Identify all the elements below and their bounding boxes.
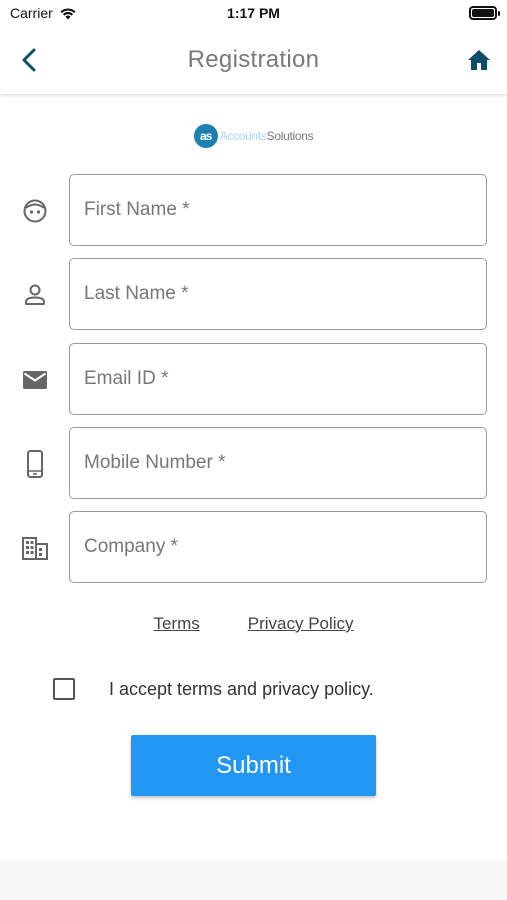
logo-text-solutions: Solutions	[266, 129, 314, 143]
first-name-input[interactable]	[70, 175, 486, 245]
phone-icon	[22, 450, 48, 478]
logo-text-accounts: Accounts	[219, 129, 267, 143]
mail-icon	[22, 367, 48, 393]
logo-mark: as	[193, 124, 218, 148]
first-name-row	[0, 174, 507, 246]
legal-links: Terms Privacy Policy	[0, 614, 507, 634]
nav-bar: Registration	[0, 28, 507, 94]
building-icon	[22, 535, 48, 561]
home-icon	[468, 50, 490, 70]
email-field-box	[69, 343, 487, 415]
battery-icon	[469, 6, 500, 20]
page-title: Registration	[187, 46, 320, 73]
terms-link[interactable]: Terms	[153, 614, 199, 634]
first-name-field-box	[69, 174, 487, 246]
company-field-box	[69, 511, 487, 583]
logo-text: AccountsSolutions	[220, 129, 314, 143]
last-name-field-box	[69, 258, 487, 330]
accept-terms-checkbox[interactable]	[53, 678, 75, 700]
status-bar: Carrier 1:17 PM	[0, 0, 507, 28]
bottom-safe-area	[0, 860, 507, 900]
submit-button[interactable]: Submit	[131, 735, 376, 796]
mobile-row	[0, 427, 507, 499]
accept-terms-label[interactable]: I accept terms and privacy policy.	[109, 679, 374, 700]
last-name-row	[0, 258, 507, 330]
company-logo: as AccountsSolutions	[0, 124, 507, 148]
home-button[interactable]	[465, 46, 493, 74]
status-time: 1:17 PM	[227, 5, 280, 21]
privacy-policy-link[interactable]: Privacy Policy	[248, 614, 354, 634]
mobile-input[interactable]	[70, 428, 486, 498]
company-input[interactable]	[70, 512, 486, 582]
email-input[interactable]	[70, 344, 486, 414]
person-icon	[22, 282, 48, 308]
face-icon	[22, 198, 48, 224]
last-name-input[interactable]	[70, 259, 486, 329]
mobile-field-box	[69, 427, 487, 499]
email-row	[0, 343, 507, 415]
company-row	[0, 511, 507, 583]
accept-terms-row: I accept terms and privacy policy.	[0, 676, 507, 702]
